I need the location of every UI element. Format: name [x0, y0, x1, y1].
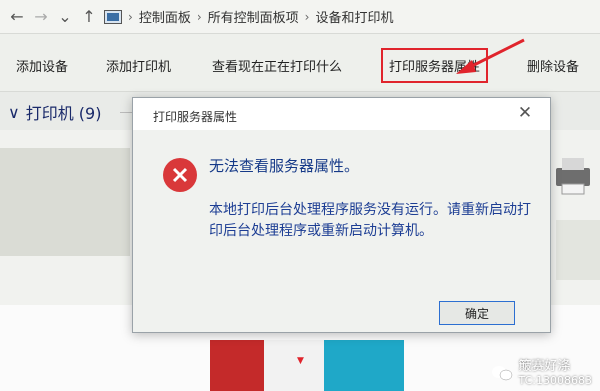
remove-device-button[interactable]: 删除设备	[527, 56, 579, 75]
ok-button[interactable]: 确定	[439, 301, 515, 325]
dialog-title: 打印服务器属性	[153, 110, 238, 124]
red-annotation-arrow-icon	[456, 38, 525, 74]
see-printing-button[interactable]: 查看现在正在打印什么	[212, 56, 342, 75]
watermark: 簸赛好涤 TC:13008683	[491, 359, 592, 387]
back-arrow-icon[interactable]: ←	[8, 7, 26, 26]
chevron-down-icon[interactable]: ⌄	[56, 7, 74, 26]
printers-group-header[interactable]: ∨ 打印机 (9)	[8, 100, 101, 124]
error-icon	[163, 158, 197, 192]
control-panel-icon	[104, 9, 122, 24]
chevron-down-icon: ∨	[8, 102, 20, 122]
printer-icon	[556, 158, 590, 195]
small-marker-icon: ▼	[297, 356, 304, 366]
error-heading: 无法查看服务器属性。	[209, 157, 360, 175]
device-tile[interactable]	[264, 340, 324, 391]
add-device-button[interactable]: 添加设备	[16, 56, 68, 75]
dialog-titlebar: 打印服务器属性 ✕	[133, 98, 550, 130]
printer-tile[interactable]	[0, 148, 130, 256]
up-arrow-icon[interactable]: ↑	[80, 7, 98, 26]
breadcrumb-control-panel[interactable]: 控制面板	[139, 7, 191, 26]
printer-tile[interactable]	[556, 220, 600, 280]
add-printer-button[interactable]: 添加打印机	[106, 56, 171, 75]
device-tile[interactable]	[324, 340, 404, 391]
device-tile[interactable]	[210, 340, 264, 391]
error-message: 本地打印后台处理程序服务没有运行。请重新启动打印后台处理程序或重新启动计算机。	[209, 202, 531, 239]
close-button[interactable]: ✕	[514, 102, 536, 124]
watermark-text: 簸赛好涤	[518, 359, 571, 374]
breadcrumb-devices-printers[interactable]: 设备和打印机	[315, 7, 393, 26]
address-bar: ← → ⌄ ↑ › 控制面板 › 所有控制面板项 › 设备和打印机	[0, 0, 600, 34]
command-toolbar: 添加设备 添加打印机 查看现在正在打印什么 打印服务器属性 删除设备	[0, 34, 600, 92]
print-server-properties-dialog: 打印服务器属性 ✕ 无法查看服务器属性。 本地打印后台处理程序服务没有运行。请重…	[132, 97, 551, 333]
watermark-id: TC:13008683	[518, 374, 592, 387]
breadcrumb-separator: ›	[196, 9, 202, 24]
breadcrumb-separator: ›	[128, 9, 133, 24]
breadcrumb-all-items[interactable]: 所有控制面板项	[208, 7, 299, 26]
printers-group-label: 打印机 (9)	[25, 104, 102, 123]
chat-bubble-icon	[491, 366, 512, 381]
forward-arrow-icon[interactable]: →	[32, 7, 50, 26]
breadcrumb-separator: ›	[304, 9, 310, 24]
